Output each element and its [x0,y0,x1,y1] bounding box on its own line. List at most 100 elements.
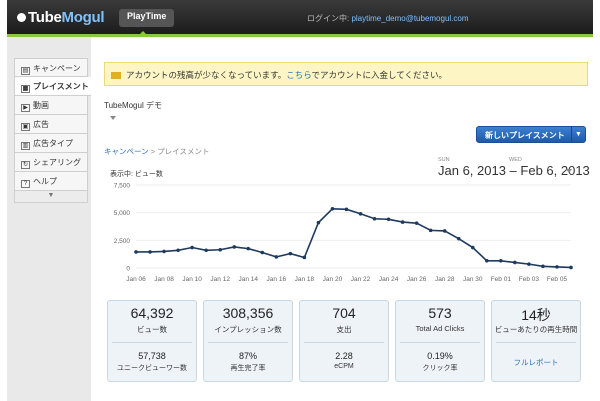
sidebar-item-6[interactable]: ? ヘルプ [14,172,88,191]
arrow-right-icon [111,72,121,79]
sidebar-item-label: 広告タイプ [33,139,73,148]
stat-label: ビュー数 [137,325,167,334]
stat-card[interactable]: 64,392 ビュー数 57,738 ユニークビューワー数 [107,300,197,382]
ad-icon: ▣ [21,123,30,131]
stat-card[interactable]: 704 支出 2.28 eCPM [299,300,389,382]
views-line-chart: 0 2,500 5,000 7,500 Jan 06 Jan 08 Jan 10 Jan 12… [114,183,573,283]
stat-divider [400,342,480,343]
account-chevron-down-icon[interactable] [110,116,116,120]
data-point [414,221,419,225]
help-icon: ? [21,180,30,188]
active-tab-caret-icon [138,31,148,36]
sidebar-item-3[interactable]: ▣ 広告 [14,115,88,134]
y-tick-label: 7,500 [114,183,131,190]
stat-sub-label: クリック率 [422,365,458,372]
data-point [527,262,531,266]
x-tick-label: Jan 30 [463,276,483,283]
tab-playtime[interactable]: PlayTime [119,9,175,27]
login-prefix: ログイン中: [307,14,352,23]
chevron-down-icon[interactable]: ▼ [14,191,88,203]
x-tick-label: Jan 10 [182,276,202,283]
data-point [499,259,503,263]
new-placement-label: 新しいプレイスメント [485,131,565,140]
date-range-chevron-down-icon[interactable] [566,169,572,173]
alert-text-after: でアカウントに入金してください。 [311,70,447,80]
sidebar-item-5[interactable]: ↻ シェアリング [14,153,88,172]
alert-deposit-link[interactable]: こちら [286,70,311,80]
data-point [428,228,433,233]
placement-icon: ▦ [21,85,30,93]
logo-prefix: Tube [28,9,62,26]
data-point [470,245,475,250]
stat-sub-value: 0.19% [427,351,453,361]
data-point [274,255,279,259]
sidebar-item-2[interactable]: ▶ 動画 [14,96,88,115]
stat-sub-label: ユニークビューワー数 [117,365,187,372]
x-tick-label: Jan 08 [154,276,174,283]
data-point [344,207,349,212]
stat-label: Total Ad Clicks [415,324,465,333]
stat-value: 704 [332,305,356,321]
tubemogul-logo[interactable]: TubeMogul [17,9,104,26]
data-point [555,265,559,269]
sidebar-item-1[interactable]: ▦ プレイスメント [14,77,92,96]
data-point [330,206,335,211]
ad-type-icon: ▥ [21,142,30,150]
x-tick-label: Jan 22 [351,276,371,283]
alert-text-before: アカウントの残高が少なくなっています。 [126,70,287,80]
video-icon: ▶ [21,104,30,112]
data-point [456,236,461,241]
x-tick-label: Feb 05 [547,276,568,283]
logo-dot-icon [17,13,26,22]
stat-card[interactable]: 308,356 インプレッション数 87% 再生完了率 [203,300,293,382]
x-tick-label: Feb 03 [519,276,540,283]
x-tick-label: Jan 16 [267,276,287,283]
breadcrumb-campaign-link[interactable]: キャンペーン [104,147,149,156]
data-point [204,248,208,253]
x-tick-label: Jan 24 [379,276,399,283]
data-point [148,250,152,254]
new-placement-button[interactable]: 新しいプレイスメント ▼ [476,126,586,143]
full-report-link[interactable]: フルレポート [492,357,580,368]
logo-suffix: Mogul [61,9,105,26]
data-point [176,248,180,253]
stat-card[interactable]: 14秒 ビューあたりの再生時間 フルレポート [491,300,581,382]
campaign-icon: ▤ [21,67,30,75]
data-point [232,245,237,249]
sidebar-item-label: シェアリング [33,158,81,167]
y-tick-label: 2,500 [114,238,131,245]
sidebar: ▤ キャンペーン ▦ プレイスメント ▶ 動画 ▣ 広告 ▥ 広告タイプ ↻ シェアリング? ヘルプ ▼ [14,58,92,203]
data-point [162,249,166,254]
stat-divider [112,342,192,343]
data-point [302,255,307,260]
stat-value: 308,356 [222,305,274,321]
app-window: TubeMogul PlayTime ログイン中: playtime_demo@… [0,0,600,401]
stat-divider [208,342,288,343]
data-point [218,247,222,252]
stat-value: 64,392 [130,305,174,321]
stats-panel: 64,392 ビュー数 57,738 ユニークビューワー数 308,356 インプレッショ… [107,300,581,382]
login-email-link[interactable]: playtime_demo@tubemogul.com [351,14,468,23]
stat-divider [304,342,384,343]
sidebar-item-label: 広告 [33,120,49,129]
sidebar-item-4[interactable]: ▥ 広告タイプ [14,134,88,153]
sidebar-item-0[interactable]: ▤ キャンペーン [14,58,88,77]
data-point [485,259,489,263]
y-tick-label: 0 [126,266,130,273]
top-bar: TubeMogul PlayTime ログイン中: playtime_demo@… [7,0,593,34]
data-point [372,216,377,221]
stat-sub-label: eCPM [334,363,354,370]
stat-divider [496,342,576,343]
data-point [358,211,363,216]
stat-card[interactable]: 573 Total Ad Clicks 0.19% クリック率 [395,300,485,382]
x-tick-label: Feb 01 [491,276,512,283]
x-tick-label: Jan 06 [126,276,146,283]
breadcrumb-separator: > [148,147,158,156]
new-placement-dropdown-icon[interactable]: ▼ [571,127,585,142]
data-point [316,220,321,225]
account-selector[interactable]: TubeMogul デモ [104,100,162,111]
stat-sub-label: 再生完了率 [230,365,266,372]
data-point [400,220,405,224]
stat-sub-value: 57,738 [138,351,166,361]
sidebar-item-label: 動画 [33,101,49,110]
